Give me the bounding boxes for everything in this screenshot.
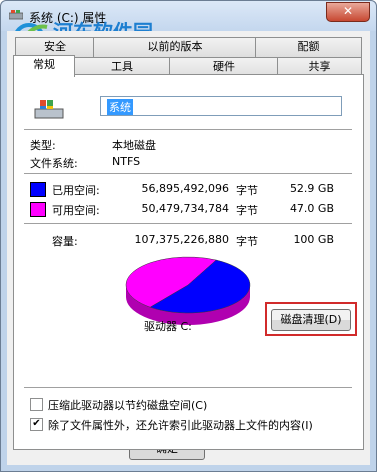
capacity-gb: 100 GB [293, 233, 334, 246]
title-bar[interactable]: 系统 (C:) 属性 ✕ [1, 1, 376, 31]
drive-letter-label: 驱动器 C: [144, 320, 192, 333]
capacity-bytes: 107,375,226,880 [134, 233, 229, 246]
type-label: 类型: [30, 139, 56, 152]
separator [24, 223, 352, 225]
drive-icon [9, 10, 23, 20]
used-space-gb: 52.9 GB [289, 182, 334, 195]
check-mark-icon: ✔ [32, 418, 41, 429]
tab-general[interactable]: 常规 [13, 55, 75, 77]
free-space-unit: 字节 [236, 204, 258, 217]
used-space-unit: 字节 [236, 184, 258, 197]
used-space-swatch [30, 182, 46, 197]
tab-quota[interactable]: 配额 [255, 37, 362, 57]
capacity-unit: 字节 [236, 235, 258, 248]
close-icon: ✕ [342, 4, 354, 18]
filesystem-value: NTFS [112, 155, 141, 168]
highlight-box [265, 302, 357, 336]
used-space-label: 已用空间: [52, 184, 100, 197]
used-space-bytes: 56,895,492,096 [141, 182, 229, 195]
separator [24, 129, 352, 131]
window-title: 系统 (C:) 属性 [29, 11, 107, 25]
drive-name-value: 系统 [107, 99, 133, 115]
free-space-gb: 47.0 GB [289, 202, 334, 215]
filesystem-label: 文件系统: [30, 157, 78, 170]
dialog-client: 安全 以前的版本 配额 常规 工具 硬件 共享 系统 类型: 本地磁盘 文件系统… [7, 31, 370, 465]
separator [24, 173, 352, 175]
tab-previous-versions[interactable]: 以前的版本 [93, 37, 257, 57]
free-space-label: 可用空间: [52, 204, 100, 217]
free-space-bytes: 50,479,734,784 [141, 202, 229, 215]
index-label: 除了文件属性外，还允许索引此驱动器上文件的内容(I) [48, 419, 313, 432]
type-value: 本地磁盘 [112, 139, 156, 152]
index-checkbox[interactable]: ✔ [30, 418, 43, 431]
general-panel: 系统 类型: 本地磁盘 文件系统: NTFS 已用空间: 56,895,492,… [13, 74, 364, 450]
free-space-swatch [30, 202, 46, 217]
capacity-label: 容量: [52, 235, 78, 248]
separator [24, 387, 352, 389]
close-button[interactable]: ✕ [326, 2, 370, 22]
tab-security[interactable]: 安全 [15, 37, 95, 57]
compress-label: 压缩此驱动器以节约磁盘空间(C) [48, 399, 208, 412]
properties-window: 系统 (C:) 属性 ✕ 河东软件园 www.pc0359.cn 安全 以前的版… [0, 0, 377, 472]
compress-checkbox[interactable] [30, 398, 43, 411]
drive-name-input[interactable]: 系统 [100, 96, 342, 116]
hard-drive-icon [34, 100, 64, 119]
